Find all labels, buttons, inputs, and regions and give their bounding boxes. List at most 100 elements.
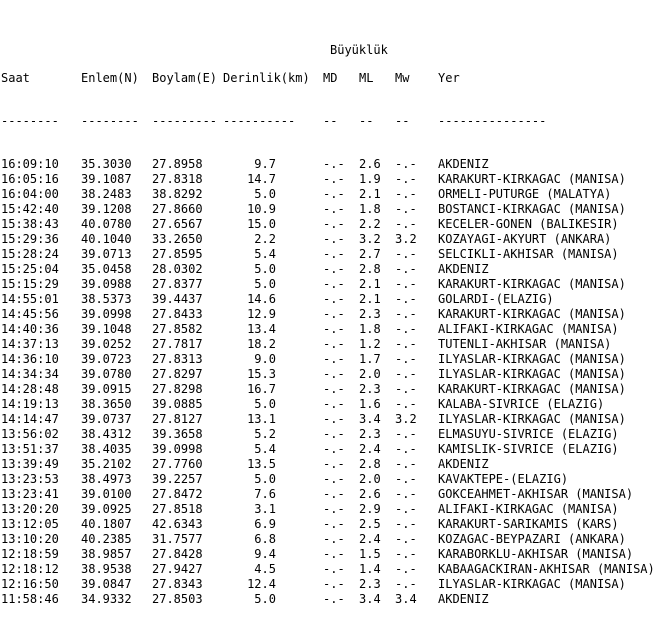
table-row: 13:20:20 39.0925 27.8518 3.1 -.- 2.9 -.- ALIFAK… xyxy=(1,502,619,517)
cell-ml: 2.3 xyxy=(359,307,381,321)
cell-depth: 9.7 xyxy=(254,157,276,171)
cell-latitude: 39.0723 xyxy=(81,352,132,366)
cell-md: -.- xyxy=(323,502,345,516)
cell-ml: 2.0 xyxy=(359,472,381,486)
cell-time: 14:40:36 xyxy=(1,322,59,336)
cell-latitude: 39.0713 xyxy=(81,247,132,261)
earthquake-listing: Büyüklük Saat Enlem(N) Boylam(E) Derinlik(k… xyxy=(1,0,653,621)
cell-ml: 2.3 xyxy=(359,577,381,591)
cell-md: -.- xyxy=(323,202,345,216)
cell-time: 15:38:43 xyxy=(1,217,59,231)
cell-md: -.- xyxy=(323,457,345,471)
cell-mw: -.- xyxy=(395,577,417,591)
cell-time: 15:25:04 xyxy=(1,262,59,276)
table-row: 12:18:12 38.9538 27.9427 4.5 -.- 1.4 -.- KABAAG… xyxy=(1,562,653,577)
cell-ml: 1.2 xyxy=(359,337,381,351)
cell-latitude: 40.1807 xyxy=(81,517,132,531)
cell-ml: 1.4 xyxy=(359,562,381,576)
table-row: 16:04:00 38.2483 38.8292 5.0 -.- 2.1 -.- ORMELI… xyxy=(1,187,611,202)
cell-time: 14:14:47 xyxy=(1,412,59,426)
cell-latitude: 39.1048 xyxy=(81,322,132,336)
cell-md: -.- xyxy=(323,352,345,366)
column-underline: --------- xyxy=(152,114,218,128)
cell-location: AKDENIZ xyxy=(438,592,489,606)
cell-depth: 6.8 xyxy=(254,532,276,546)
cell-longitude: 27.8127 xyxy=(152,412,203,426)
table-row: 13:39:49 35.2102 27.7760 13.5 -.- 2.8 -.- AKDEN… xyxy=(1,457,489,472)
cell-location: KARAKURT-KIRKAGAC (MANISA) xyxy=(438,277,626,291)
cell-time: 15:15:29 xyxy=(1,277,59,291)
cell-depth: 12.9 xyxy=(247,307,276,321)
cell-latitude: 38.4312 xyxy=(81,427,132,441)
table-row: 15:42:40 39.1208 27.8660 10.9 -.- 1.8 -.- BOSTA… xyxy=(1,202,626,217)
cell-depth: 13.5 xyxy=(247,457,276,471)
table-row: 15:38:43 40.0780 27.6567 15.0 -.- 2.2 -.- KECEL… xyxy=(1,217,619,232)
cell-md: -.- xyxy=(323,427,345,441)
table-row: 11:58:46 34.9332 27.8503 5.0 -.- 3.4 3.4 AKDENI… xyxy=(1,592,489,607)
cell-ml: 2.5 xyxy=(359,517,381,531)
cell-ml: 2.2 xyxy=(359,217,381,231)
cell-location: KOZAGAC-BEYPAZARI (ANKARA) xyxy=(438,532,626,546)
cell-ml: 2.1 xyxy=(359,292,381,306)
table-row: 15:25:04 35.0458 28.0302 5.0 -.- 2.8 -.- AKDENI… xyxy=(1,262,489,277)
cell-depth: 4.5 xyxy=(254,562,276,576)
table-row: 15:15:29 39.0988 27.8377 5.0 -.- 2.1 -.- KARAKU… xyxy=(1,277,626,292)
cell-mw: -.- xyxy=(395,532,417,546)
cell-mw: -.- xyxy=(395,427,417,441)
cell-depth: 9.4 xyxy=(254,547,276,561)
cell-mw: -.- xyxy=(395,247,417,261)
cell-ml: 1.6 xyxy=(359,397,381,411)
cell-md: -.- xyxy=(323,367,345,381)
cell-mw: -.- xyxy=(395,172,417,186)
cell-location: AKDENIZ xyxy=(438,457,489,471)
cell-md: -.- xyxy=(323,172,345,186)
cell-latitude: 39.0737 xyxy=(81,412,132,426)
cell-longitude: 39.0998 xyxy=(152,442,203,456)
cell-longitude: 39.0885 xyxy=(152,397,203,411)
cell-depth: 10.9 xyxy=(247,202,276,216)
cell-location: ILYASLAR-KIRKAGAC (MANISA) xyxy=(438,367,626,381)
cell-time: 12:16:50 xyxy=(1,577,59,591)
cell-mw: -.- xyxy=(395,502,417,516)
cell-depth: 15.0 xyxy=(247,217,276,231)
cell-location: AKDENIZ xyxy=(438,157,489,171)
cell-depth: 2.2 xyxy=(254,232,276,246)
table-row: 14:36:10 39.0723 27.8313 9.0 -.- 1.7 -.- ILYASL… xyxy=(1,352,626,367)
cell-md: -.- xyxy=(323,517,345,531)
table-row: 14:14:47 39.0737 27.8127 13.1 -.- 3.4 3.2 ILYAS… xyxy=(1,412,626,427)
cell-mw: -.- xyxy=(395,367,417,381)
magnitude-group-row: Büyüklük xyxy=(1,28,388,57)
table-row: 13:23:53 38.4973 39.2257 5.0 -.- 2.0 -.- KAVAKT… xyxy=(1,472,568,487)
cell-mw: -.- xyxy=(395,202,417,216)
cell-longitude: 38.8292 xyxy=(152,187,203,201)
cell-longitude: 39.3658 xyxy=(152,427,203,441)
cell-md: -.- xyxy=(323,157,345,171)
cell-time: 15:28:24 xyxy=(1,247,59,261)
cell-longitude: 27.8518 xyxy=(152,502,203,516)
cell-depth: 6.9 xyxy=(254,517,276,531)
cell-ml: 2.6 xyxy=(359,157,381,171)
cell-md: -.- xyxy=(323,322,345,336)
cell-depth: 5.0 xyxy=(254,592,276,606)
cell-location: ELMASUYU-SIVRICE (ELAZIG) xyxy=(438,427,619,441)
cell-latitude: 35.3030 xyxy=(81,157,132,171)
table-row: 15:28:24 39.0713 27.8595 5.4 -.- 2.7 -.- SELCIK… xyxy=(1,247,619,262)
cell-location: GOLARDI-(ELAZIG) xyxy=(438,292,554,306)
cell-time: 14:28:48 xyxy=(1,382,59,396)
cell-mw: -.- xyxy=(395,262,417,276)
cell-longitude: 27.7760 xyxy=(152,457,203,471)
cell-md: -.- xyxy=(323,562,345,576)
column-header-location: Yer xyxy=(438,71,460,85)
cell-longitude: 27.6567 xyxy=(152,217,203,231)
column-header-md: MD xyxy=(323,71,338,85)
cell-mw: -.- xyxy=(395,157,417,171)
cell-mw: 3.2 xyxy=(395,232,417,246)
cell-longitude: 28.0302 xyxy=(152,262,203,276)
cell-depth: 5.0 xyxy=(254,187,276,201)
cell-time: 14:19:13 xyxy=(1,397,59,411)
cell-md: -.- xyxy=(323,247,345,261)
cell-latitude: 39.0988 xyxy=(81,277,132,291)
cell-ml: 1.9 xyxy=(359,172,381,186)
cell-location: KECELER-GONEN (BALIKESIR) xyxy=(438,217,619,231)
cell-ml: 2.8 xyxy=(359,457,381,471)
